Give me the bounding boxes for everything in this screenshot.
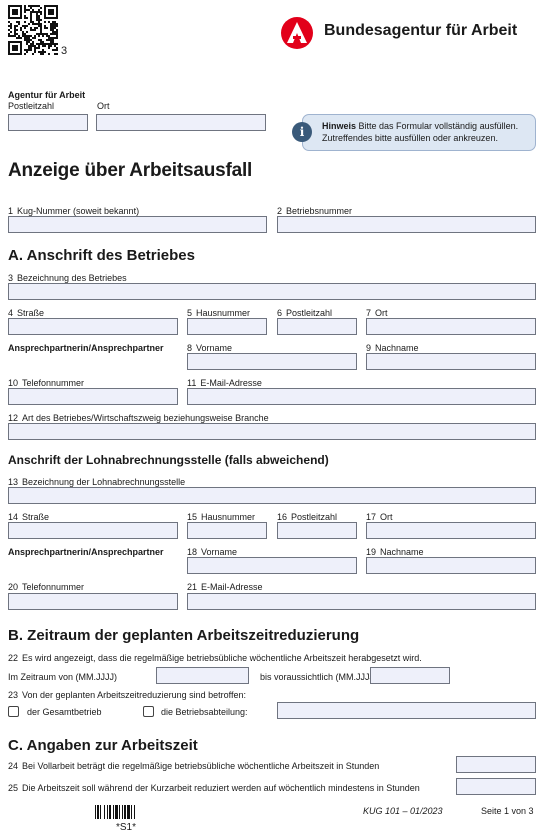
page-number: Seite 1 von 3: [481, 806, 534, 816]
agency-city-label: Ort: [97, 101, 110, 111]
form-code: KUG 101 – 01/2023: [363, 806, 443, 816]
contact-lastname-input[interactable]: [366, 353, 536, 370]
contact-phone-input[interactable]: [8, 388, 178, 405]
full-hours-input[interactable]: [456, 756, 536, 773]
field-22-label: 22 Es wird angezeigt, dass die regelmäßig…: [8, 653, 422, 663]
section-b-heading: B. Zeitraum der geplanten Arbeitszeitred…: [8, 627, 360, 644]
field-25-label: 25 Die Arbeitszeit soll während der Kurza…: [8, 783, 420, 793]
payroll-name-input[interactable]: [8, 487, 536, 504]
brand-name: Bundesagentur für Arbeit: [324, 22, 518, 39]
agency-title: Agentur für Arbeit: [8, 90, 86, 100]
period-from-input[interactable]: [156, 667, 249, 684]
payroll-postcode-input[interactable]: [277, 522, 357, 539]
payroll-city-input[interactable]: [366, 522, 536, 539]
company-postcode-input[interactable]: [277, 318, 357, 335]
contact-firstname-input[interactable]: [187, 353, 357, 370]
qr-number: 3: [61, 45, 68, 57]
payroll-contact-label: Ansprechpartnerin/Ansprechpartner: [8, 547, 164, 557]
contact-person-label: Ansprechpartnerin/Ansprechpartner: [8, 343, 164, 353]
agency-postcode-input[interactable]: [8, 114, 88, 131]
company-number-input[interactable]: [277, 216, 536, 233]
department-input[interactable]: [277, 702, 536, 719]
department-checkbox[interactable]: [143, 706, 154, 717]
field-23-label: 23 Von der geplanten Arbeitszeitreduzieru…: [8, 690, 247, 700]
payroll-firstname-input[interactable]: [187, 557, 357, 574]
form-title: Anzeige über Arbeitsausfall: [8, 160, 253, 181]
department-label: die Betriebsabteilung:: [161, 707, 248, 717]
business-branch-input[interactable]: [8, 423, 536, 440]
whole-company-checkbox[interactable]: [8, 706, 19, 717]
field-20-label: 20 Telefonnummer: [8, 582, 85, 592]
company-street-input[interactable]: [8, 318, 178, 335]
contact-email-input[interactable]: [187, 388, 536, 405]
period-to-input[interactable]: [370, 667, 450, 684]
section-a-heading: A. Anschrift des Betriebes: [8, 247, 195, 264]
ba-logo-icon: [281, 17, 313, 49]
agency-postcode-label: Postleitzahl: [8, 101, 55, 111]
period-from-label: Im Zeitraum von (MM.JJJJ): [8, 672, 118, 682]
company-housenumber-input[interactable]: [187, 318, 267, 335]
reduced-hours-input[interactable]: [456, 778, 536, 795]
section-c-heading: C. Angaben zur Arbeitszeit: [8, 737, 198, 754]
hint-text: Hinweis Bitte das Formular vollständig a…: [322, 121, 519, 143]
payroll-lastname-input[interactable]: [366, 557, 536, 574]
payroll-housenumber-input[interactable]: [187, 522, 267, 539]
payroll-email-input[interactable]: [187, 593, 536, 610]
company-name-input[interactable]: [8, 283, 536, 300]
field-21-label: 21 E-Mail-Adresse: [187, 582, 263, 592]
info-icon: i: [292, 122, 312, 142]
company-city-input[interactable]: [366, 318, 536, 335]
agency-city-input[interactable]: [96, 114, 266, 131]
qr-code: [8, 5, 58, 55]
payroll-street-input[interactable]: [8, 522, 178, 539]
barcode-text: *S1*: [116, 822, 137, 833]
period-to-label: bis voraussichtlich (MM.JJJJ): [260, 672, 378, 682]
whole-company-label: der Gesamtbetrieb: [27, 707, 102, 717]
payroll-heading: Anschrift der Lohnabrechnungsstelle (fal…: [8, 453, 329, 467]
barcode: [95, 805, 135, 819]
payroll-phone-input[interactable]: [8, 593, 178, 610]
field-24-label: 24 Bei Vollarbeit beträgt die regelmäßige…: [8, 761, 380, 771]
kug-number-input[interactable]: [8, 216, 267, 233]
